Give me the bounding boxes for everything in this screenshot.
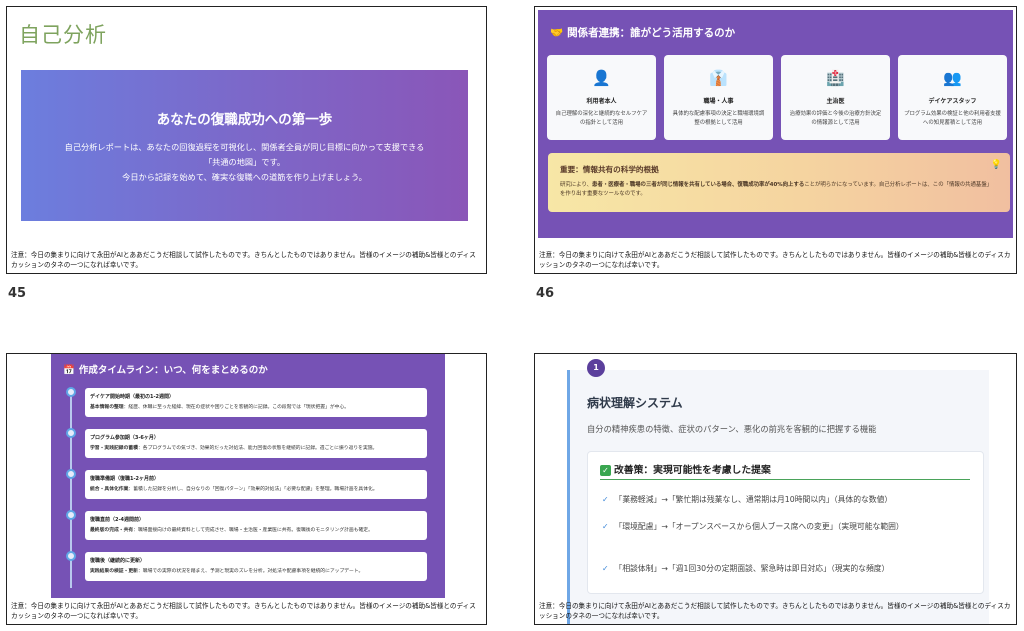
timeline-item-heading: 復職準備期（復職1-2ヶ月前） <box>90 476 160 482</box>
hospital-icon: 🏥 <box>826 69 845 87</box>
evidence-body: 研究により、患者・医療者・職場の三者が同じ情報を共有している場合、復職成功率が4… <box>560 181 996 199</box>
slide-46: 🤝 関係者連携：誰がどう活用するのか 👤 利用者本人 自己理解の深化と継続的なセル… <box>534 6 1017 274</box>
divider <box>600 479 970 480</box>
section-title: 病状理解システム <box>587 396 683 410</box>
footer-note: 注意：今日の集まりに向けて永田がAIとああだこうだ相談して試作したものです。きち… <box>11 251 476 269</box>
timeline-dot <box>66 510 76 520</box>
section-number-badge: 1 <box>587 359 605 377</box>
slide-title: 📅 作成タイムライン：いつ、何をまとめるのか <box>63 362 268 376</box>
footer-note: 注意：今日の集まりに向けて永田がAIとああだこうだ相談して試作したものです。きち… <box>539 602 1011 620</box>
person-icon: 👤 <box>592 69 611 87</box>
improvement-text: 「業務軽減」→「繁忙期は残業なし、通常期は月10時間以内」（具体的な数値） <box>614 495 893 504</box>
timeline-item-label: 基本情報の整理 <box>90 405 124 410</box>
timeline-item-label: 実践結果の検証・更新 <box>90 569 138 574</box>
collaboration-panel: 🤝 関係者連携：誰がどう活用するのか 👤 利用者本人 自己理解の深化と継続的なセル… <box>538 10 1013 238</box>
stakeholder-card: 👔 職場・人事 具体的な配慮事項の決定と職場環境調整の根拠として活用 <box>664 55 773 140</box>
timeline-item: 復職直前（2-4週間前） 最終版の完成・共有：職場面接向けの最終資料として完成さ… <box>85 511 427 540</box>
card-description: 治療効果の評価と今後の治療方針決定の情報源として活用 <box>789 111 882 126</box>
timeline-item-body: 統合・具体化作業：蓄積した記録を分析し、自分なりの「回復パターン」「効果的対処法… <box>90 485 422 492</box>
check-icon: ✓ <box>602 564 609 573</box>
improvement-heading-text: 改善策：実現可能性を考慮した提案 <box>614 465 771 476</box>
check-icon: ✓ <box>602 522 609 531</box>
card-name: 主治医 <box>826 98 845 105</box>
improvement-item: ✓ 「環境配慮」→「オープンスペースから個人ブース席への変更」（実現可能な範囲） <box>602 519 972 534</box>
stakeholder-card: 👤 利用者本人 自己理解の深化と継続的なセルフケアの指針として活用 <box>547 55 656 140</box>
slide-title: 自己分析 <box>19 23 107 47</box>
card-description: 自己理解の深化と継続的なセルフケアの指針として活用 <box>555 111 648 126</box>
timeline-dot <box>66 469 76 479</box>
timeline-item-heading: デイケア開始時期（最初の1-2週間） <box>90 394 175 400</box>
timeline-item-label: 最終版の完成・共有 <box>90 528 134 533</box>
footer-note: 注意：今日の集まりに向けて永田がAIとああだこうだ相談して試作したものです。きち… <box>11 602 476 620</box>
improvement-text: 「相談体制」→「週1回30分の定期面談、緊急時は即日対応」（現実的な頻度） <box>614 564 890 573</box>
stakeholder-card: 👥 デイケアスタッフ プログラム効果の検証と他の利用者支援への知見蓄積として活用 <box>898 55 1007 140</box>
timeline-item-text: ：経歴、休職に至った経緯、現在の症状や困りごとを客観的に記録。この段階では「現状… <box>123 405 350 410</box>
handshake-icon: 🤝 <box>550 27 564 39</box>
timeline-dot <box>66 387 76 397</box>
card-name: デイケアスタッフ <box>928 98 977 105</box>
timeline-item: 復職準備期（復職1-2ヶ月前） 統合・具体化作業：蓄積した記録を分析し、自分なり… <box>85 470 427 499</box>
improvement-box: ✓ 改善策：実現可能性を考慮した提案 ✓ 「業務軽減」→「繁忙期は残業なし、通常期は… <box>587 451 984 594</box>
page-number-46: 46 <box>536 286 555 301</box>
timeline-item-text: ：各プログラムでの気づき、効果的だった対処法、能力回復の状態を継続的に記録。週ご… <box>137 446 378 451</box>
timeline-item-text: ：職場面接向けの最終資料として完成させ、職場・主治医・産業医に共有。復職後のモニ… <box>133 528 373 533</box>
timeline-dot <box>66 551 76 561</box>
card-description: プログラム効果の検証と他の利用者支援への知見蓄積として活用 <box>904 111 1001 126</box>
evidence-highlight: 患者・医療者・職場の三者が同じ情報を共有している場合、復職成功率が40%向上する <box>592 182 805 188</box>
hero-line-1: 自己分析レポートは、あなたの回復過程を可視化し、関係者全員が同じ目標に向かって支… <box>64 142 425 152</box>
timeline-item: プログラム参加期（3-6ヶ月） 学習・実践記録の蓄積：各プログラムでの気づき、効… <box>85 429 427 458</box>
slide-title: 🤝 関係者連携：誰がどう活用するのか <box>550 25 735 40</box>
evidence-box: 重要：情報共有の科学的根拠 💡 研究により、患者・医療者・職場の三者が同じ情報を… <box>548 153 1010 212</box>
improvement-heading: ✓ 改善策：実現可能性を考慮した提案 <box>600 462 771 476</box>
card-name: 職場・人事 <box>703 98 734 105</box>
timeline-item-heading: 復職直前（2-4週間前） <box>90 517 145 523</box>
evidence-heading: 重要：情報共有の科学的根拠 <box>560 165 659 174</box>
timeline-item-label: 学習・実践記録の蓄積 <box>90 446 138 451</box>
timeline-item: 復職後（継続的に更新） 実践結果の検証・更新：職場での実際の状況を踏まえ、予測と… <box>85 552 427 581</box>
timeline-panel: 📅 作成タイムライン：いつ、何をまとめるのか デイケア開始時期（最初の1-2週間）… <box>51 354 445 598</box>
slide-title-text: 関係者連携：誰がどう活用するのか <box>567 27 736 39</box>
improvement-text: 「環境配慮」→「オープンスペースから個人ブース席への変更」（実現可能な範囲） <box>614 522 904 531</box>
improvement-item: ✓ 「業務軽減」→「繁忙期は残業なし、通常期は月10時間以内」（具体的な数値） <box>602 492 972 507</box>
calendar-icon: 📅 <box>63 365 75 376</box>
checkmark-icon: ✓ <box>600 465 611 476</box>
slide-45: 自己分析 あなたの復職成功への第一歩 自己分析レポートは、あなたの回復過程を可視… <box>6 6 487 274</box>
timeline-item-body: 基本情報の整理：経歴、休職に至った経緯、現在の症状や困りごとを客観的に記録。この… <box>90 403 422 410</box>
section-description: 自分の精神疾患の特徴、症状のパターン、悪化の前兆を客観的に把握する機能 <box>587 424 877 434</box>
worker-icon: 👔 <box>709 69 728 87</box>
improvement-item: ✓ 「相談体制」→「週1回30分の定期面談、緊急時は即日対応」（現実的な頻度） <box>602 561 972 576</box>
timeline-item-body: 最終版の完成・共有：職場面接向けの最終資料として完成させ、職場・主治医・産業医に… <box>90 526 422 533</box>
timeline-item-label: 統合・具体化作業 <box>90 487 129 492</box>
timeline-item-text: ：蓄積した記録を分析し、自分なりの「回復パターン」「効果的対処法」「必要な配慮」… <box>128 487 378 492</box>
hero-heading: あなたの復職成功への第一歩 <box>156 112 333 128</box>
card-description: 具体的な配慮事項の決定と職場環境調整の根拠として活用 <box>672 111 765 126</box>
hero-line-2: 「共通の地図」です。 <box>203 157 286 167</box>
stakeholder-card: 🏥 主治医 治療効果の評価と今後の治療方針決定の情報源として活用 <box>781 55 890 140</box>
page-number-45: 45 <box>8 286 27 301</box>
lightbulb-icon: 💡 <box>990 160 1002 170</box>
hero-text: 自己分析レポートは、あなたの回復過程を可視化し、関係者全員が同じ目標に向かって支… <box>21 140 468 185</box>
timeline-item-heading: 復職後（継続的に更新） <box>90 558 146 564</box>
hero-banner: あなたの復職成功への第一歩 自己分析レポートは、あなたの回復過程を可視化し、関係… <box>21 70 468 221</box>
hero-line-3: 今日から記録を始めて、確実な復職への道筋を作り上げましょう。 <box>122 172 367 182</box>
staff-icon: 👥 <box>943 69 962 87</box>
footer-note: 注意：今日の集まりに向けて永田がAIとああだこうだ相談して試作したものです。きち… <box>539 251 1011 269</box>
slide-title-text: 作成タイムライン：いつ、何をまとめるのか <box>78 365 268 376</box>
check-icon: ✓ <box>602 495 609 504</box>
timeline-item-heading: プログラム参加期（3-6ヶ月） <box>90 435 159 441</box>
slide-48: 1 病状理解システム 自分の精神疾患の特徴、症状のパターン、悪化の前兆を客観的に… <box>534 353 1017 625</box>
timeline-item: デイケア開始時期（最初の1-2週間） 基本情報の整理：経歴、休職に至った経緯、現… <box>85 388 427 417</box>
slide-47: 📅 作成タイムライン：いつ、何をまとめるのか デイケア開始時期（最初の1-2週間）… <box>6 353 487 625</box>
timeline-item-body: 学習・実践記録の蓄積：各プログラムでの気づき、効果的だった対処法、能力回復の状態… <box>90 444 422 451</box>
timeline-item-text: ：職場での実際の状況を踏まえ、予測と現実のズレを分析。対処法や配慮事項を継続的に… <box>137 569 364 574</box>
timeline-dot <box>66 428 76 438</box>
evidence-text: 研究により、 <box>560 182 593 188</box>
card-name: 利用者本人 <box>586 98 617 105</box>
timeline-item-body: 実践結果の検証・更新：職場での実際の状況を踏まえ、予測と現実のズレを分析。対処法… <box>90 567 422 574</box>
